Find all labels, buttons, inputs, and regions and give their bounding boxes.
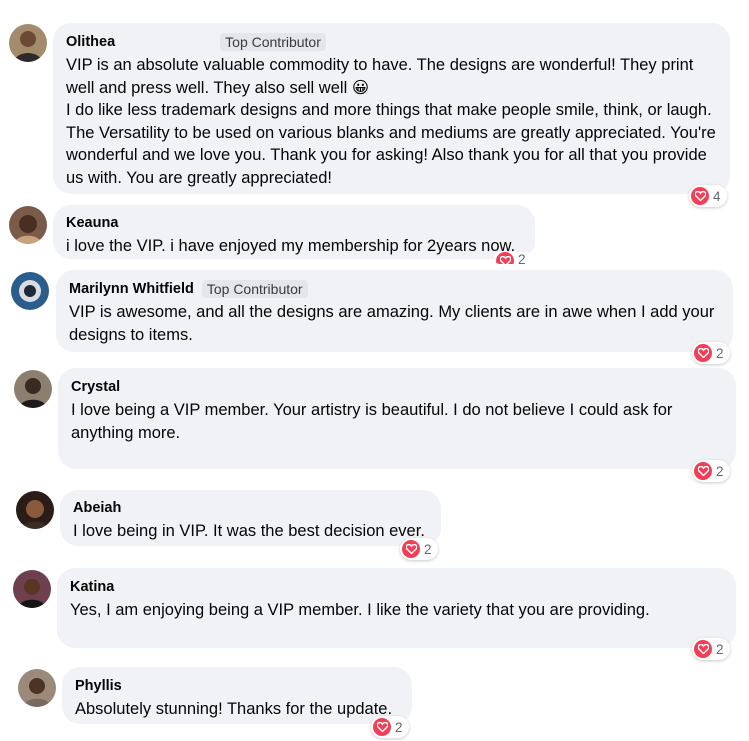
comment-text: Absolutely stunning! Thanks for the upda… — [75, 698, 398, 721]
comment-bubble: Marilynn Whitfield Top Contributor VIP i… — [56, 270, 733, 352]
avatar[interactable] — [9, 206, 47, 244]
author-name[interactable]: Crystal — [71, 379, 120, 395]
comment-bubble: Katina Yes, I am enjoying being a VIP me… — [57, 568, 736, 648]
author-name[interactable]: Phyllis — [75, 678, 122, 694]
comment-paragraph: VIP is an absolute valuable commodity to… — [66, 56, 694, 97]
reaction-count[interactable]: 2 — [692, 638, 730, 660]
reaction-count-number: 2 — [424, 541, 432, 557]
comment-text: VIP is an absolute valuable commodity to… — [66, 54, 716, 189]
heart-icon — [402, 540, 420, 558]
heart-icon — [496, 252, 514, 264]
avatar[interactable] — [9, 24, 47, 62]
author-name[interactable]: Katina — [70, 579, 114, 595]
comment-text: i love the VIP. i have enjoyed my member… — [66, 235, 521, 258]
avatar[interactable] — [11, 272, 49, 310]
comment-bubble: Crystal I love being a VIP member. Your … — [58, 368, 736, 469]
top-contributor-badge: Top Contributor — [220, 33, 326, 51]
reaction-count-number: 2 — [716, 463, 724, 479]
comment-paragraph: I love being in VIP. It was the best dec… — [73, 522, 425, 540]
reaction-count-number: 2 — [395, 719, 403, 735]
comment-paragraph: I love being a VIP member. Your artistry… — [71, 401, 673, 442]
comment-text: Yes, I am enjoying being a VIP member. I… — [70, 599, 722, 622]
author-name[interactable]: Abeiah — [73, 500, 121, 516]
reaction-count[interactable]: 2 — [494, 252, 532, 264]
avatar[interactable] — [14, 370, 52, 408]
comment-text: VIP is awesome, and all the designs are … — [69, 301, 719, 346]
heart-icon — [694, 344, 712, 362]
author-name[interactable]: Marilynn Whitfield — [69, 281, 194, 297]
reaction-count[interactable]: 2 — [692, 460, 730, 482]
author-name[interactable]: Keauna — [66, 215, 118, 231]
top-contributor-badge: Top Contributor — [201, 280, 308, 298]
heart-icon — [691, 187, 709, 205]
avatar-photo-icon — [11, 272, 49, 310]
reaction-count-number: 2 — [518, 252, 526, 264]
reaction-count-number: 4 — [713, 188, 721, 204]
reaction-count[interactable]: 2 — [692, 342, 730, 364]
heart-icon — [694, 462, 712, 480]
comment-bubble: Keauna i love the VIP. i have enjoyed my… — [53, 205, 535, 259]
avatar-photo-icon — [16, 491, 54, 529]
reaction-count[interactable]: 2 — [400, 538, 438, 560]
avatar-photo-icon — [9, 206, 47, 244]
avatar-photo-icon — [9, 24, 47, 62]
reaction-count[interactable]: 4 — [689, 185, 727, 207]
comment-paragraph: Yes, I am enjoying being a VIP member. I… — [70, 601, 650, 619]
avatar-photo-icon — [14, 370, 52, 408]
comment-paragraph: VIP is awesome, and all the designs are … — [69, 303, 715, 344]
heart-icon — [373, 718, 391, 736]
comment-paragraph: I do like less trademark designs and mor… — [66, 101, 716, 187]
comment-paragraph: Absolutely stunning! Thanks for the upda… — [75, 700, 393, 718]
comment-bubble: Olithea Top Contributor VIP is an absolu… — [53, 23, 730, 194]
avatar[interactable] — [16, 491, 54, 529]
reaction-count-number: 2 — [716, 641, 724, 657]
comment-bubble: Phyllis Absolutely stunning! Thanks for … — [62, 667, 412, 724]
author-name[interactable]: Olithea — [66, 34, 115, 50]
avatar[interactable] — [18, 669, 56, 707]
comment-bubble: Abeiah I love being in VIP. It was the b… — [60, 490, 441, 546]
reaction-count[interactable]: 2 — [371, 716, 409, 738]
heart-icon — [694, 640, 712, 658]
comment-text: I love being in VIP. It was the best dec… — [73, 520, 427, 543]
avatar-photo-icon — [13, 570, 51, 608]
avatar-photo-icon — [18, 669, 56, 707]
reaction-count-number: 2 — [716, 345, 724, 361]
comment-paragraph: i love the VIP. i have enjoyed my member… — [66, 237, 516, 255]
comment-text: I love being a VIP member. Your artistry… — [71, 399, 722, 444]
avatar[interactable] — [13, 570, 51, 608]
